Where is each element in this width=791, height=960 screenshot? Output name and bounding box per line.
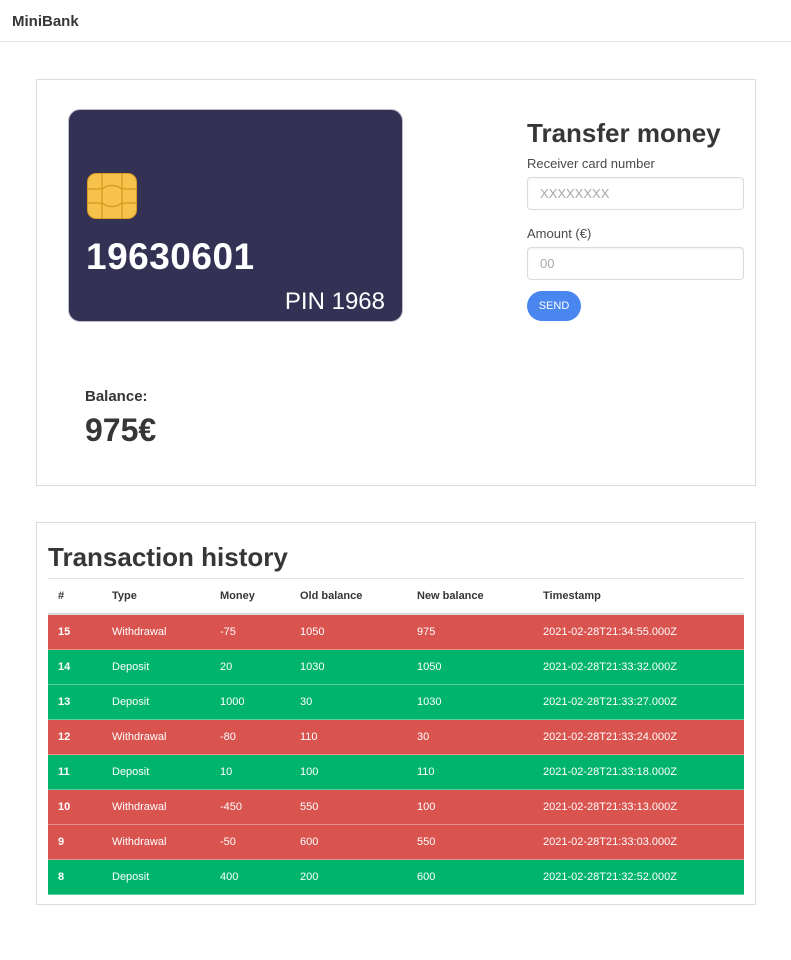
cell-money: 1000 (220, 684, 300, 720)
cell-money: 20 (220, 649, 300, 685)
cell-id: 12 (48, 719, 112, 755)
table-row: 12 Withdrawal -80 110 30 2021-02-28T21:3… (48, 719, 744, 755)
account-panel: 19630601 PIN 1968 Balance: 975€ Transfer… (36, 79, 756, 486)
table-row: 11 Deposit 10 100 110 2021-02-28T21:33:1… (48, 754, 744, 790)
cell-timestamp: 2021-02-28T21:33:13.000Z (543, 789, 744, 825)
cell-timestamp: 2021-02-28T21:33:24.000Z (543, 719, 744, 755)
amount-label: Amount (€) (527, 226, 592, 241)
cell-id: 13 (48, 684, 112, 720)
cell-timestamp: 2021-02-28T21:33:32.000Z (543, 649, 744, 685)
cell-type: Deposit (112, 754, 220, 790)
cell-id: 9 (48, 824, 112, 860)
cell-type: Deposit (112, 649, 220, 685)
cell-timestamp: 2021-02-28T21:33:18.000Z (543, 754, 744, 790)
cell-timestamp: 2021-02-28T21:33:27.000Z (543, 684, 744, 720)
cell-id: 15 (48, 614, 112, 650)
cell-new-balance: 975 (417, 614, 543, 650)
cell-old-balance: 1030 (300, 649, 417, 685)
table-row: 15 Withdrawal -75 1050 975 2021-02-28T21… (48, 614, 744, 650)
cell-old-balance: 1050 (300, 614, 417, 650)
transfer-title: Transfer money (527, 118, 721, 148)
balance-value: 975€ (85, 412, 157, 448)
chip-icon (87, 173, 137, 219)
cell-new-balance: 600 (417, 859, 543, 895)
cell-money: -75 (220, 614, 300, 650)
col-header-new-balance: New balance (417, 578, 543, 615)
table-row: 8 Deposit 400 200 600 2021-02-28T21:32:5… (48, 859, 744, 895)
receiver-card-input[interactable] (527, 177, 744, 210)
cell-type: Deposit (112, 684, 220, 720)
cell-old-balance: 550 (300, 789, 417, 825)
col-header-id: # (48, 578, 112, 615)
cell-new-balance: 550 (417, 824, 543, 860)
card-number: 19630601 (86, 236, 255, 277)
cell-new-balance: 1030 (417, 684, 543, 720)
balance-label: Balance: (85, 388, 148, 405)
cell-id: 14 (48, 649, 112, 685)
cell-new-balance: 1050 (417, 649, 543, 685)
cell-id: 8 (48, 859, 112, 895)
cell-money: -450 (220, 789, 300, 825)
cell-money: 10 (220, 754, 300, 790)
cell-money: 400 (220, 859, 300, 895)
transaction-table: # Type Money Old balance New balance Tim… (48, 578, 744, 895)
table-row: 13 Deposit 1000 30 1030 2021-02-28T21:33… (48, 684, 744, 720)
cell-id: 11 (48, 754, 112, 790)
history-panel: Transaction history # Type Money Old bal… (36, 522, 756, 905)
receiver-label: Receiver card number (527, 156, 655, 171)
history-title: Transaction history (48, 542, 288, 572)
cell-old-balance: 100 (300, 754, 417, 790)
brand-logo[interactable]: MiniBank (12, 13, 79, 30)
cell-money: -50 (220, 824, 300, 860)
bank-card: 19630601 PIN 1968 (68, 109, 403, 322)
cell-new-balance: 30 (417, 719, 543, 755)
cell-timestamp: 2021-02-28T21:32:52.000Z (543, 859, 744, 895)
card-pin: PIN 1968 (284, 288, 385, 315)
cell-old-balance: 30 (300, 684, 417, 720)
cell-money: -80 (220, 719, 300, 755)
cell-new-balance: 100 (417, 789, 543, 825)
cell-type: Deposit (112, 859, 220, 895)
col-header-timestamp: Timestamp (543, 578, 744, 615)
cell-type: Withdrawal (112, 719, 220, 755)
navbar: MiniBank (0, 0, 791, 42)
cell-timestamp: 2021-02-28T21:33:03.000Z (543, 824, 744, 860)
table-header-row: # Type Money Old balance New balance Tim… (48, 578, 744, 615)
col-header-old-balance: Old balance (300, 578, 417, 615)
cell-timestamp: 2021-02-28T21:34:55.000Z (543, 614, 744, 650)
cell-id: 10 (48, 789, 112, 825)
table-row: 10 Withdrawal -450 550 100 2021-02-28T21… (48, 789, 744, 825)
cell-type: Withdrawal (112, 614, 220, 650)
cell-old-balance: 110 (300, 719, 417, 755)
table-row: 9 Withdrawal -50 600 550 2021-02-28T21:3… (48, 824, 744, 860)
amount-input[interactable] (527, 247, 744, 280)
cell-old-balance: 200 (300, 859, 417, 895)
send-button[interactable]: SEND (527, 291, 581, 321)
table-row: 14 Deposit 20 1030 1050 2021-02-28T21:33… (48, 649, 744, 685)
cell-type: Withdrawal (112, 824, 220, 860)
col-header-money: Money (220, 578, 300, 615)
col-header-type: Type (112, 578, 220, 615)
cell-old-balance: 600 (300, 824, 417, 860)
cell-new-balance: 110 (417, 754, 543, 790)
cell-type: Withdrawal (112, 789, 220, 825)
